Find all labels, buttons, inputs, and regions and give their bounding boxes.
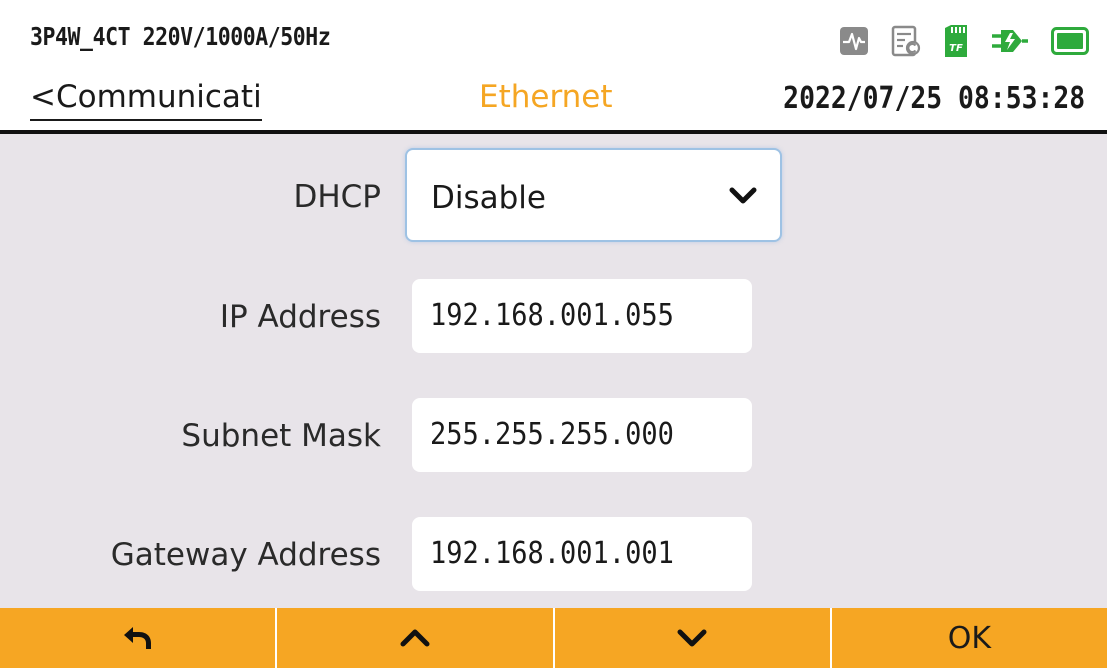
back-softkey[interactable]	[0, 608, 278, 668]
subnet-mask-label: Subnet Mask	[181, 418, 381, 454]
tf-card-label: TF	[949, 43, 963, 54]
back-link-communication[interactable]: <Communicati	[30, 78, 262, 121]
chevron-down-icon	[729, 187, 757, 204]
wiring-config-label: 3P4W_4CT 220V/1000A/50Hz	[30, 22, 331, 51]
dhcp-selected-value: Disable	[431, 180, 546, 216]
chevron-up-icon	[400, 629, 430, 647]
subnet-mask-field[interactable]: 255.255.255.000	[412, 398, 752, 472]
report-icon	[891, 25, 921, 57]
power-plug-icon	[992, 30, 1028, 52]
dhcp-select[interactable]: Disable	[405, 148, 782, 242]
up-softkey[interactable]	[277, 608, 555, 668]
status-icon-bar: TF	[839, 24, 1089, 58]
ip-address-value: 192.168.001.055	[430, 298, 674, 333]
subnet-mask-value: 255.255.255.000	[430, 417, 674, 452]
softkey-bar: OK	[0, 608, 1107, 668]
ok-label: OK	[947, 620, 992, 656]
status-header: 3P4W_4CT 220V/1000A/50Hz TF <Communicati…	[0, 0, 1107, 131]
ethernet-settings-form: DHCP Disable IP Address 192.168.001.055 …	[0, 134, 1107, 608]
gateway-address-value: 192.168.001.001	[430, 536, 674, 571]
chevron-down-icon	[677, 629, 707, 647]
ok-softkey[interactable]: OK	[832, 608, 1107, 668]
ip-address-label: IP Address	[219, 299, 381, 335]
tf-card-icon: TF	[945, 25, 967, 57]
battery-icon	[1051, 27, 1089, 55]
ip-address-field[interactable]: 192.168.001.055	[412, 279, 752, 353]
dhcp-label: DHCP	[293, 179, 381, 215]
down-softkey[interactable]	[555, 608, 832, 668]
gateway-address-field[interactable]: 192.168.001.001	[412, 517, 752, 591]
gateway-address-label: Gateway Address	[110, 537, 381, 573]
page-title: Ethernet	[479, 79, 613, 115]
datetime-display: 2022/07/25 08:53:28	[783, 81, 1085, 116]
return-arrow-icon	[123, 627, 151, 649]
waveform-icon	[840, 27, 868, 55]
